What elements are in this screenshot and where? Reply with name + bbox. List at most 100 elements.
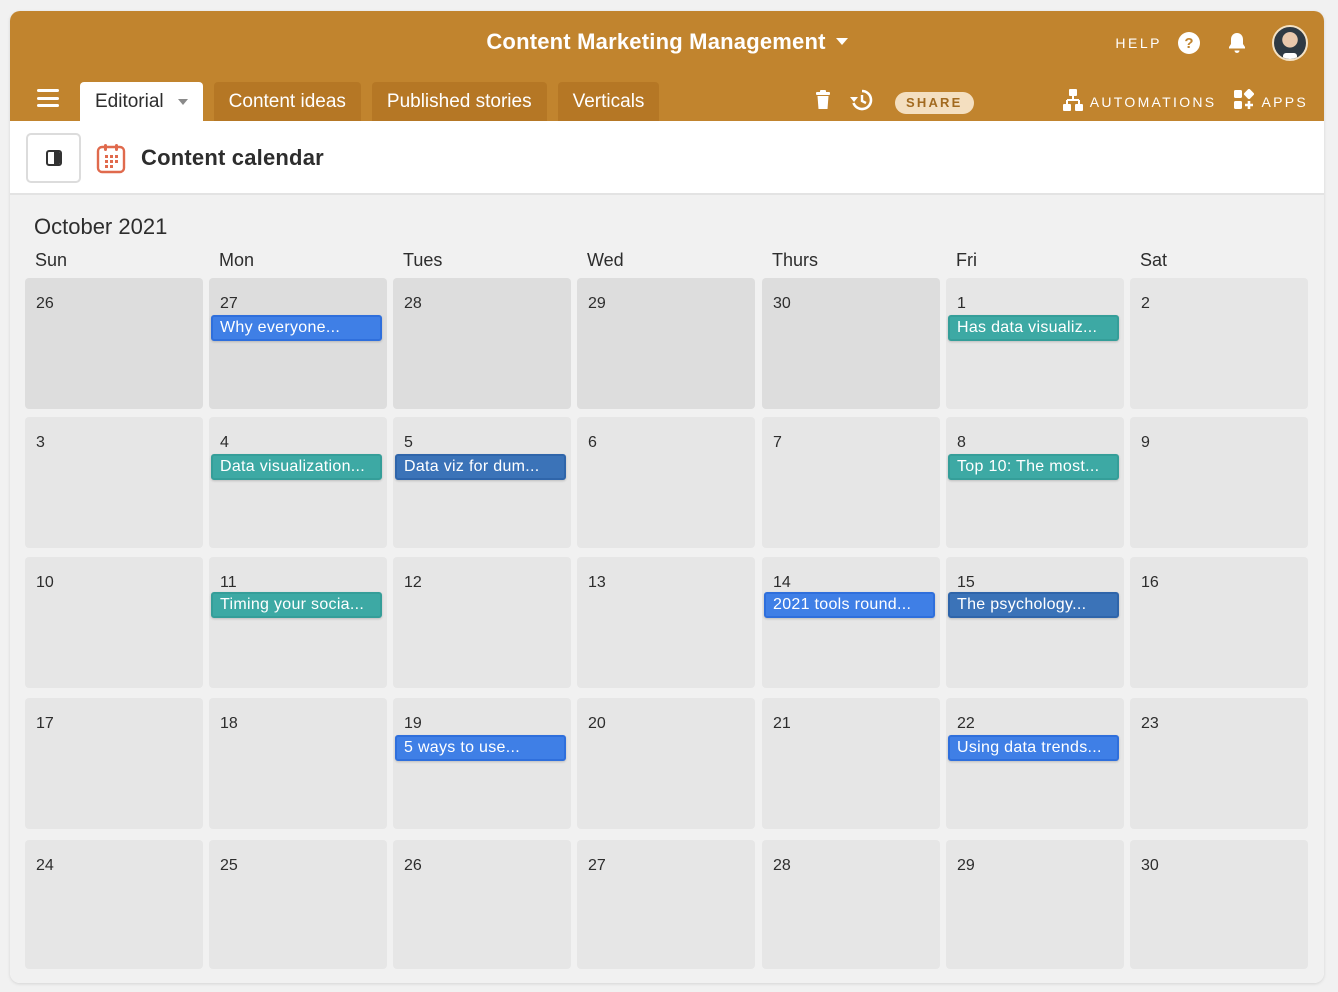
calendar-day-cell[interactable]: 20 <box>577 698 755 829</box>
calendar-day-cell[interactable]: 16 <box>1130 557 1308 688</box>
calendar-event[interactable]: Using data trends... <box>948 735 1119 761</box>
top-right-controls: HELP ? <box>1115 25 1308 61</box>
day-number: 10 <box>36 574 54 591</box>
view-title[interactable]: Content calendar <box>141 145 324 171</box>
calendar-event[interactable]: Timing your socia... <box>211 592 382 618</box>
calendar-day-cell[interactable]: 15 The psychology... <box>946 557 1124 688</box>
tab-published-stories[interactable]: Published stories <box>371 82 547 121</box>
table-tabs: Editorial Content ideas Published stories V… <box>80 82 670 121</box>
day-number: 28 <box>404 295 422 312</box>
share-button[interactable]: SHARE <box>895 91 974 114</box>
day-number: 14 <box>773 574 791 591</box>
calendar-day-cell[interactable]: 24 <box>25 840 203 969</box>
calendar-day-cell[interactable]: 27 <box>577 840 755 969</box>
chevron-down-icon <box>835 37 848 45</box>
day-number: 17 <box>36 715 54 732</box>
calendar-event[interactable]: Why everyone... <box>211 315 382 341</box>
view-tools: SHARE <box>815 89 974 116</box>
day-number: 24 <box>36 857 54 874</box>
tab-label: Published stories <box>386 90 532 112</box>
day-number: 29 <box>588 295 606 312</box>
day-number: 8 <box>957 434 966 451</box>
calendar-day-cell[interactable]: 21 <box>762 698 940 829</box>
weekday-header: Mon <box>219 250 255 270</box>
tab-editorial[interactable]: Editorial <box>80 82 203 121</box>
day-number: 21 <box>773 715 791 732</box>
calendar-day-cell[interactable]: 26 <box>25 278 203 409</box>
calendar-day-cell[interactable]: 7 <box>762 417 940 548</box>
calendar-day-cell[interactable]: 13 <box>577 557 755 688</box>
calendar-day-cell[interactable]: 14 2021 tools round... <box>762 557 940 688</box>
day-number: 15 <box>957 574 975 591</box>
day-number: 25 <box>220 857 238 874</box>
calendar-event[interactable]: Data viz for dum... <box>395 454 566 480</box>
weekday-header: Wed <box>587 250 624 270</box>
day-number: 27 <box>220 295 238 312</box>
calendar-day-cell[interactable]: 4 Data visualization... <box>209 417 387 548</box>
calendar-day-cell[interactable]: 27 Why everyone... <box>209 278 387 409</box>
bell-icon[interactable] <box>1226 32 1248 54</box>
day-number: 13 <box>588 574 606 591</box>
history-icon[interactable] <box>849 89 873 116</box>
calendar-day-cell[interactable]: 30 <box>762 278 940 409</box>
help-link[interactable]: HELP <box>1115 35 1162 51</box>
sidebar-toggle-button[interactable] <box>26 133 81 183</box>
calendar-event[interactable]: 5 ways to use... <box>395 735 566 761</box>
tab-label: Verticals <box>572 90 645 112</box>
calendar-day-cell[interactable]: 18 <box>209 698 387 829</box>
calendar-day-cell[interactable]: 28 <box>393 278 571 409</box>
calendar-event[interactable]: 2021 tools round... <box>764 592 935 618</box>
calendar-day-cell[interactable]: 29 <box>577 278 755 409</box>
chevron-down-icon[interactable] <box>177 98 188 105</box>
day-number: 16 <box>1141 574 1159 591</box>
day-number: 19 <box>404 715 422 732</box>
tab-verticals[interactable]: Verticals <box>557 82 660 121</box>
trash-icon[interactable] <box>815 90 831 115</box>
tab-content-ideas[interactable]: Content ideas <box>213 82 361 121</box>
calendar-day-cell[interactable]: 1 Has data visualiz... <box>946 278 1124 409</box>
automations-button[interactable]: AUTOMATIONS <box>1062 89 1217 114</box>
weekday-header: Fri <box>956 250 977 270</box>
calendar-event[interactable]: The psychology... <box>948 592 1119 618</box>
calendar-day-cell[interactable]: 30 <box>1130 840 1308 969</box>
calendar-day-cell[interactable]: 12 <box>393 557 571 688</box>
day-number: 5 <box>404 434 413 451</box>
calendar-day-cell[interactable]: 6 <box>577 417 755 548</box>
calendar-day-cell[interactable]: 3 <box>25 417 203 548</box>
calendar-day-cell[interactable]: 23 <box>1130 698 1308 829</box>
calendar-day-cell[interactable]: 11 Timing your socia... <box>209 557 387 688</box>
tab-label: Content ideas <box>228 90 346 112</box>
calendar-day-cell[interactable]: 25 <box>209 840 387 969</box>
calendar-day-cell[interactable]: 8 Top 10: The most... <box>946 417 1124 548</box>
day-number: 6 <box>588 434 597 451</box>
calendar-day-cell[interactable]: 26 <box>393 840 571 969</box>
calendar-event[interactable]: Has data visualiz... <box>948 315 1119 341</box>
calendar-event[interactable]: Data visualization... <box>211 454 382 480</box>
help-icon[interactable]: ? <box>1178 32 1200 54</box>
calendar-day-cell[interactable]: 5 Data viz for dum... <box>393 417 571 548</box>
apps-label: APPS <box>1261 93 1308 110</box>
calendar-day-cell[interactable]: 17 <box>25 698 203 829</box>
base-title: Content Marketing Management <box>486 29 826 54</box>
hamburger-menu-icon[interactable] <box>37 89 59 107</box>
day-number: 11 <box>220 574 237 591</box>
automations-icon <box>1062 89 1083 114</box>
day-number: 27 <box>588 857 606 874</box>
calendar-day-cell[interactable]: 19 5 ways to use... <box>393 698 571 829</box>
apps-button[interactable]: APPS <box>1234 88 1308 114</box>
calendar: October 2021 Sun Mon Tues Wed Thurs Fri Sat 26 2… <box>10 195 1324 983</box>
avatar[interactable] <box>1272 25 1308 61</box>
calendar-icon <box>96 144 126 179</box>
day-number: 12 <box>404 574 422 591</box>
calendar-day-cell[interactable]: 2 <box>1130 278 1308 409</box>
calendar-day-cell[interactable]: 22 Using data trends... <box>946 698 1124 829</box>
calendar-day-cell[interactable]: 29 <box>946 840 1124 969</box>
calendar-day-cell[interactable]: 28 <box>762 840 940 969</box>
calendar-event[interactable]: Top 10: The most... <box>948 454 1119 480</box>
weekday-header: Thurs <box>772 250 819 270</box>
calendar-day-cell[interactable]: 9 <box>1130 417 1308 548</box>
day-number: 26 <box>404 857 422 874</box>
day-number: 3 <box>36 434 45 451</box>
day-number: 2 <box>1141 295 1150 312</box>
calendar-day-cell[interactable]: 10 <box>25 557 203 688</box>
